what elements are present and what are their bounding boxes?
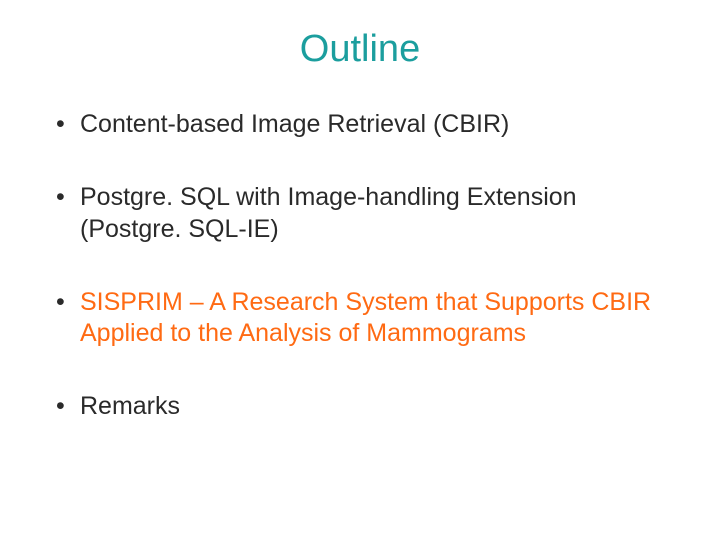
bullet-list: Content-based Image Retrieval (CBIR) Pos… — [40, 109, 680, 423]
list-item: SISPRIM – A Research System that Support… — [52, 287, 680, 350]
slide-title: Outline — [40, 28, 680, 71]
slide: Outline Content-based Image Retrieval (C… — [0, 0, 720, 540]
list-item: Content-based Image Retrieval (CBIR) — [52, 109, 680, 140]
list-item: Postgre. SQL with Image-handling Extensi… — [52, 182, 680, 245]
list-item: Remarks — [52, 391, 680, 422]
